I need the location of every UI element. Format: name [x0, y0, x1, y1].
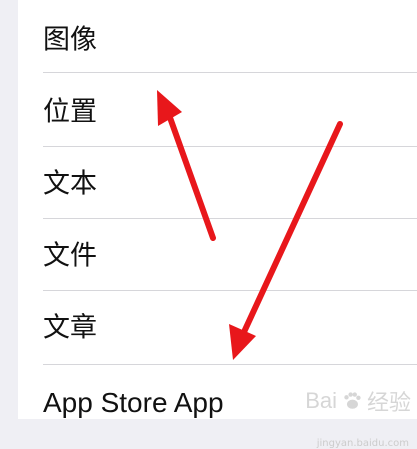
- list-item-label: 图像: [43, 24, 97, 56]
- left-margin: [0, 0, 18, 419]
- watermark-sub: jingyan.baidu.com: [316, 438, 409, 449]
- list-item-text[interactable]: 文本: [18, 148, 417, 220]
- list-item-article[interactable]: 文章: [18, 292, 417, 364]
- divider: [43, 146, 417, 147]
- list-item-label: 文章: [43, 312, 97, 344]
- list-item-image[interactable]: 图像: [18, 4, 417, 76]
- list-item-file[interactable]: 文件: [18, 220, 417, 292]
- list-item-label: App Store App: [43, 387, 224, 418]
- divider: [43, 290, 417, 291]
- settings-list: 图像 位置 文本 文件 文章 App Store App: [18, 0, 417, 419]
- divider: [43, 218, 417, 219]
- baidu-watermark: Bai 经验: [305, 385, 411, 417]
- list-item-label: 文件: [43, 240, 97, 272]
- divider: [43, 364, 417, 365]
- list-item-label: 文本: [43, 168, 97, 200]
- list-item-label: 位置: [43, 96, 97, 128]
- watermark-brand: Bai: [305, 388, 337, 413]
- paw-logo-icon: [344, 392, 361, 409]
- watermark-brand-suffix: 经验: [366, 390, 411, 415]
- divider: [43, 72, 417, 73]
- list-item-location[interactable]: 位置: [18, 76, 417, 148]
